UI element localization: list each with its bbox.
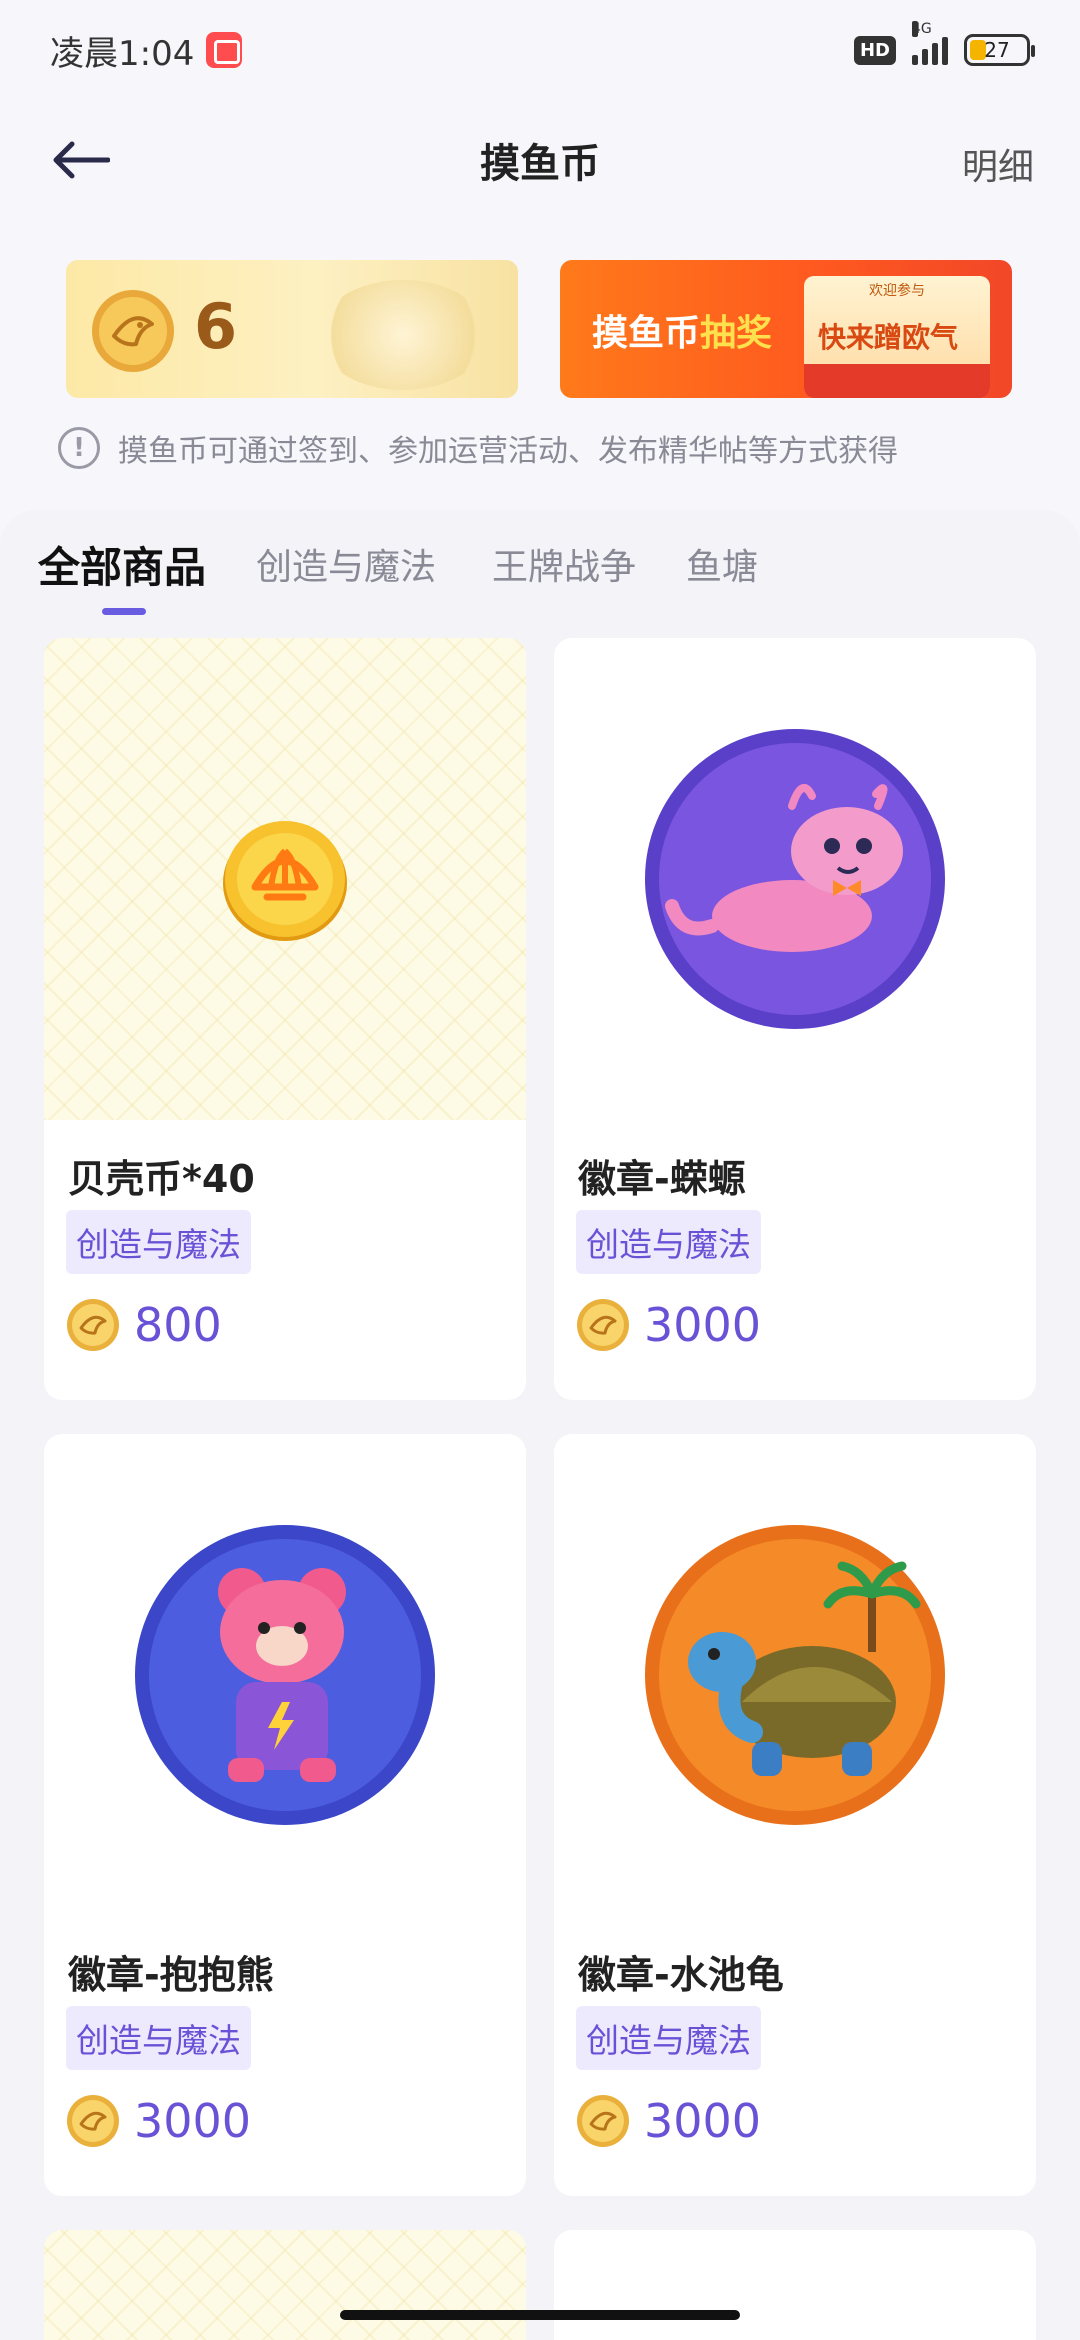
fish-coin-icon	[577, 2095, 629, 2147]
category-tabs: 全部商品 创造与魔法 王牌战争 鱼塘	[0, 510, 1080, 630]
product-name: 贝壳币*40	[68, 1157, 255, 1201]
product-card-partial[interactable]	[44, 2230, 526, 2340]
product-panel: 全部商品 创造与魔法 王牌战争 鱼塘 贝壳币*40 创造与魔法 800 徽章-蝾…	[0, 510, 1080, 2340]
tab-fish-pond[interactable]: 鱼塘	[686, 538, 758, 590]
battery-icon: 27	[964, 34, 1035, 66]
fish-coin-icon	[67, 2095, 119, 2147]
status-bar: 凌晨1:04 HD 4G 27	[0, 0, 1080, 100]
product-card[interactable]: 徽章-抱抱熊 创造与魔法 3000	[44, 1434, 526, 2196]
product-tag: 创造与魔法	[66, 2006, 251, 2070]
envelope-top-text: 欢迎参与	[869, 283, 925, 299]
info-icon: !	[58, 427, 100, 469]
axolotl-badge-image	[645, 729, 945, 1029]
signal-icon: 4G	[912, 21, 948, 65]
balance-card[interactable]: 6	[66, 260, 518, 398]
product-name: 徽章-蝾螈	[578, 1157, 746, 1201]
lottery-banner[interactable]: 摸鱼币抽奖 欢迎参与 快来蹭欧气	[560, 260, 1012, 398]
product-price: 3000	[576, 1298, 761, 1352]
product-tag: 创造与魔法	[66, 1210, 251, 1274]
page-title: 摸鱼币	[480, 141, 600, 187]
info-tip: ! 摸鱼币可通过签到、参加运营活动、发布精华帖等方式获得	[58, 422, 898, 474]
product-name: 徽章-水池龟	[578, 1953, 784, 1997]
red-envelope-icon: 欢迎参与 快来蹭欧气	[804, 276, 990, 398]
price-value: 800	[134, 1298, 222, 1352]
hd-icon: HD	[853, 35, 896, 65]
product-tag: 创造与魔法	[576, 1210, 761, 1274]
balance-value: 6	[194, 290, 238, 363]
home-indicator[interactable]	[340, 2310, 740, 2320]
product-image	[554, 638, 1036, 1120]
fish-coin-icon	[67, 1299, 119, 1351]
balance-decoration	[318, 280, 488, 390]
product-image	[44, 638, 526, 1120]
hug-bear-badge-image	[135, 1525, 435, 1825]
product-name: 徽章-抱抱熊	[68, 1953, 274, 1997]
lottery-slogan: 快来蹭欧气	[818, 321, 959, 354]
price-value: 3000	[134, 2094, 252, 2148]
lottery-title-prefix: 摸鱼币	[592, 313, 701, 354]
fish-coin-icon	[92, 290, 174, 372]
back-button[interactable]	[48, 132, 112, 188]
lottery-title: 摸鱼币抽奖	[592, 304, 772, 356]
pond-turtle-badge-image	[645, 1525, 945, 1825]
network-type: 4G	[912, 21, 932, 37]
tip-text: 摸鱼币可通过签到、参加运营活动、发布精华帖等方式获得	[118, 434, 898, 469]
fish-coin-icon	[577, 1299, 629, 1351]
arrow-left-icon	[53, 141, 110, 179]
tab-creation-magic[interactable]: 创造与魔法	[256, 538, 436, 590]
price-value: 3000	[644, 1298, 762, 1352]
product-card[interactable]: 徽章-水池龟 创造与魔法 3000	[554, 1434, 1036, 2196]
product-card[interactable]: 贝壳币*40 创造与魔法 800	[44, 638, 526, 1400]
product-card-partial[interactable]	[554, 2230, 1036, 2340]
product-card[interactable]: 徽章-蝾螈 创造与魔法 3000	[554, 638, 1036, 1400]
status-time: 凌晨1:04	[50, 33, 195, 74]
tab-all[interactable]: 全部商品	[38, 534, 206, 595]
tab-ace-war[interactable]: 王牌战争	[492, 538, 636, 590]
product-image	[44, 1434, 526, 1916]
product-price: 3000	[576, 2094, 761, 2148]
product-price: 3000	[66, 2094, 251, 2148]
app-notification-icon	[206, 32, 243, 68]
tab-indicator	[102, 608, 146, 615]
detail-link[interactable]: 明细	[962, 138, 1034, 190]
battery-level: 27	[984, 38, 1010, 62]
shell-coin-icon	[223, 821, 347, 941]
product-tag: 创造与魔法	[576, 2006, 761, 2070]
lottery-title-highlight: 抽奖	[700, 313, 773, 354]
product-price: 800	[66, 1298, 222, 1352]
top-bar: 摸鱼币 明细	[0, 110, 1080, 210]
product-image	[554, 1434, 1036, 1916]
price-value: 3000	[644, 2094, 762, 2148]
